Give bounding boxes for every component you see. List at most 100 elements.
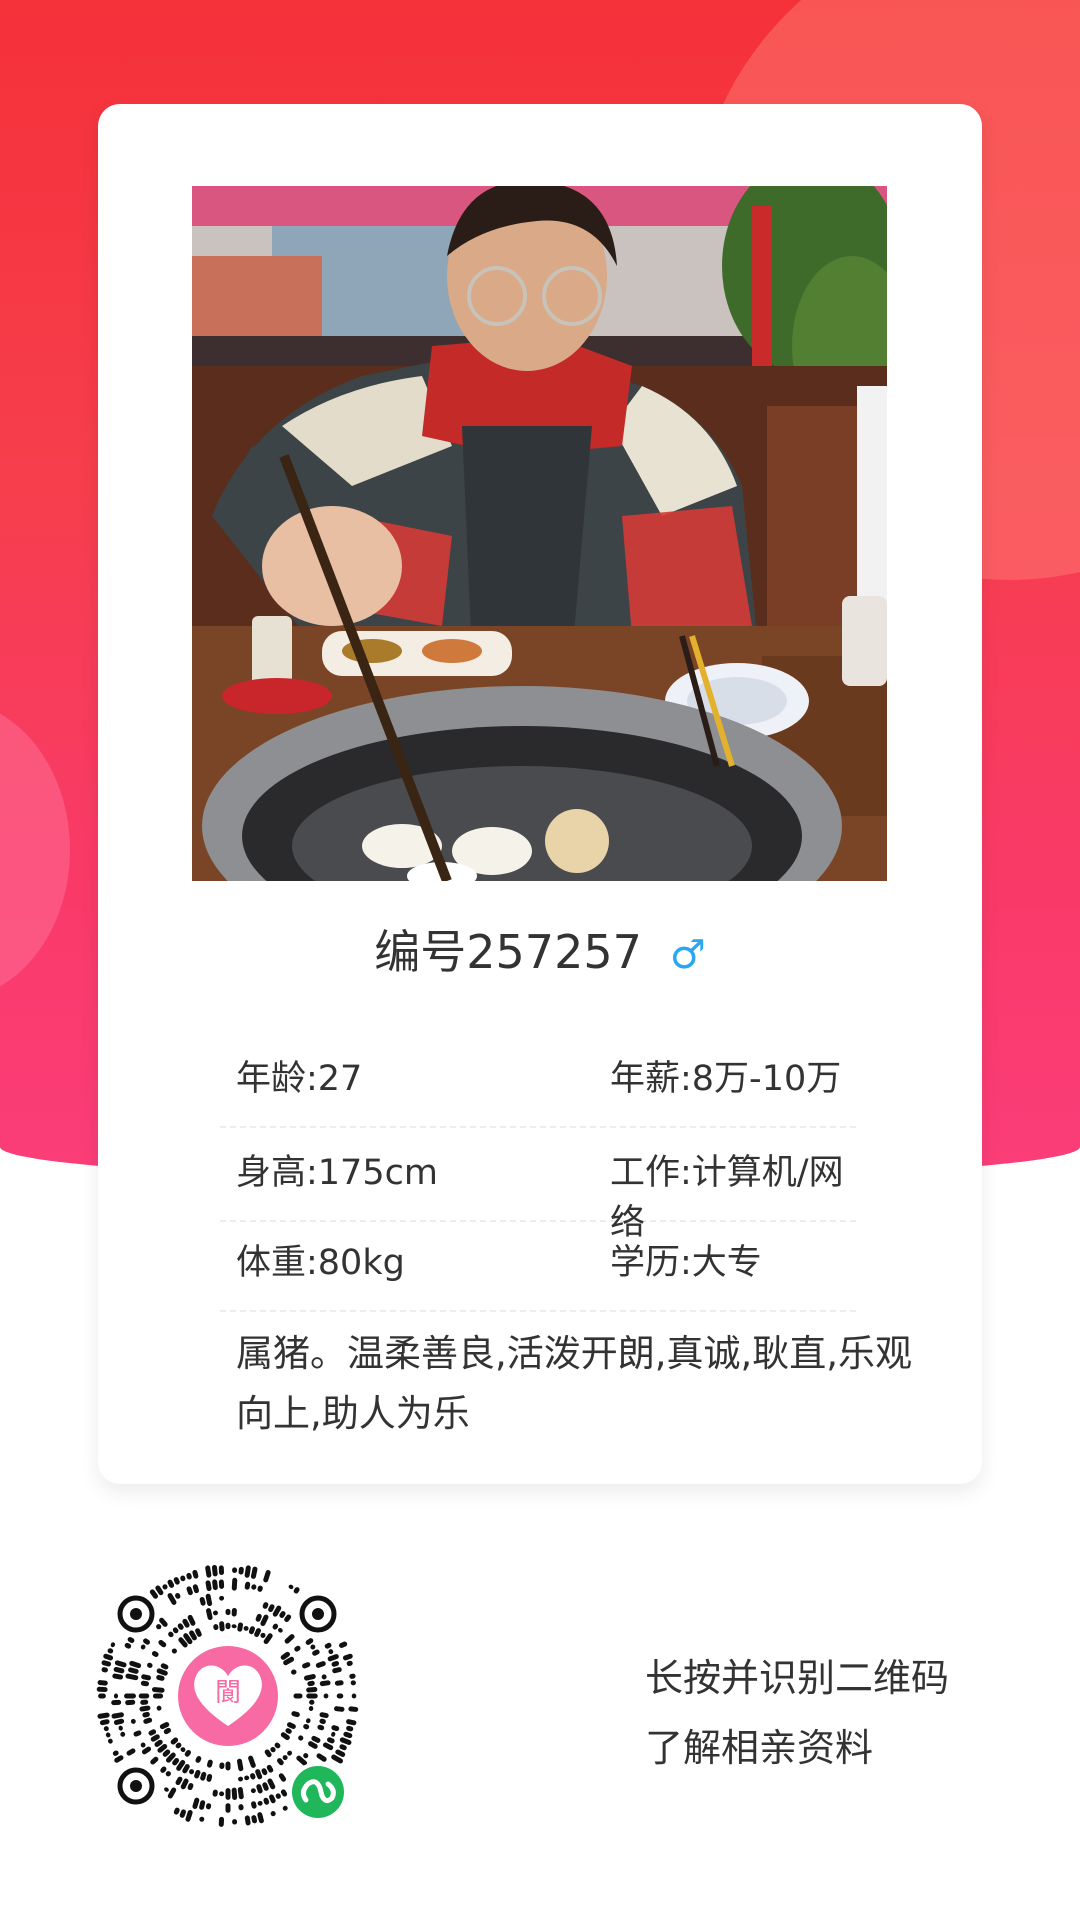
qr-dash — [270, 1811, 276, 1817]
qr-dash — [263, 1569, 271, 1583]
qr-dash — [244, 1815, 251, 1826]
qr-dash — [219, 1762, 225, 1769]
qr-dash — [278, 1628, 283, 1633]
qr-dash — [339, 1744, 347, 1751]
qr-dash — [293, 1587, 300, 1594]
qr-dash — [251, 1815, 258, 1824]
qr-dash — [342, 1653, 353, 1661]
qr-dash — [124, 1693, 136, 1699]
qr-dash — [225, 1608, 231, 1616]
qr-dash — [349, 1673, 356, 1679]
qr-dash — [251, 1584, 257, 1590]
qr-dash — [291, 1669, 297, 1675]
qr-dash — [213, 1624, 219, 1631]
qr-dash — [218, 1565, 225, 1575]
decorative-circle — [0, 700, 70, 1000]
qr-dash — [212, 1579, 218, 1591]
qr-dash — [212, 1610, 218, 1616]
qr-dash — [218, 1579, 225, 1589]
qr-dash — [231, 1787, 238, 1800]
qr-dash — [173, 1577, 180, 1585]
qr-dash — [99, 1719, 110, 1726]
qr-dash — [156, 1624, 162, 1630]
qr-dash — [323, 1693, 329, 1699]
qr-dash — [206, 1608, 213, 1621]
qr-code-image: 閬 — [96, 1565, 359, 1827]
qr-dash — [147, 1662, 153, 1668]
qr-dash — [105, 1732, 111, 1738]
qr-dash — [250, 1788, 256, 1794]
qr-dash — [324, 1642, 332, 1649]
qr-dash — [346, 1660, 353, 1667]
qr-dash — [282, 1805, 288, 1811]
height-label: 身高:175cm — [236, 1153, 438, 1193]
qr-dash — [225, 1788, 231, 1800]
qr-dash — [173, 1807, 180, 1815]
qr-dash — [351, 1693, 357, 1699]
qr-dash — [348, 1706, 359, 1712]
qr-dash — [112, 1673, 124, 1680]
qr-dash — [293, 1693, 303, 1699]
qr-dash — [206, 1773, 213, 1782]
qr-dash — [199, 1816, 205, 1822]
qr-dash — [244, 1581, 251, 1590]
qr-dash — [238, 1566, 244, 1575]
qr-dash — [97, 1680, 108, 1686]
qr-dash — [113, 1693, 119, 1699]
qr-dash — [192, 1797, 200, 1809]
qr-dash — [307, 1680, 315, 1687]
qr-dash — [308, 1706, 314, 1712]
qr-dash — [225, 1622, 231, 1630]
salary-label: 年薪:8万-10万 — [610, 1059, 842, 1099]
qr-dash — [319, 1680, 331, 1687]
qr-dash — [327, 1737, 335, 1744]
qr-dash — [151, 1651, 159, 1657]
qr-dash — [175, 1593, 181, 1599]
qr-dash — [179, 1809, 186, 1818]
qr-dash — [152, 1693, 164, 1699]
qr-dash — [331, 1725, 340, 1732]
qr-dash — [101, 1667, 108, 1673]
qr-dash — [138, 1693, 150, 1699]
qr-dash — [282, 1755, 288, 1761]
qr-dash — [171, 1648, 177, 1654]
qr-code[interactable]: 閬 — [86, 1556, 370, 1840]
qr-dash — [150, 1756, 159, 1765]
qr-dash — [225, 1803, 231, 1813]
qr-dash — [130, 1718, 136, 1724]
qr-dash — [288, 1584, 294, 1590]
qr-dash — [319, 1718, 326, 1725]
qr-dash — [124, 1642, 132, 1649]
qr-dash — [260, 1632, 266, 1638]
qr-dash — [238, 1804, 244, 1811]
mini-program-icon — [288, 1762, 348, 1822]
qr-dash — [336, 1693, 344, 1699]
qr-dash — [262, 1602, 269, 1609]
qr-dash — [140, 1699, 149, 1705]
qr-dash — [192, 1569, 199, 1579]
qr-dash — [303, 1753, 309, 1759]
qr-dash — [167, 1579, 175, 1588]
qr-dash — [164, 1787, 169, 1792]
qr-dash — [114, 1660, 127, 1668]
qr-dash — [284, 1634, 295, 1644]
qr-dash — [237, 1787, 244, 1800]
qr-dash — [238, 1776, 244, 1782]
qr-dash — [126, 1748, 136, 1756]
qr-dash — [167, 1787, 177, 1799]
profile-description: 属猪。温柔善良,活泼开朗,真诚,耿直,乐观向上,助人为乐 — [236, 1332, 913, 1435]
qr-dash — [141, 1674, 152, 1681]
qr-dash — [312, 1649, 320, 1656]
qr-dash — [156, 1705, 162, 1711]
qr-dash — [98, 1693, 106, 1699]
qr-dash — [306, 1686, 318, 1693]
qr-dash — [180, 1747, 186, 1753]
qr-dash — [250, 1773, 256, 1780]
qr-dash — [111, 1712, 124, 1719]
profile-photo[interactable] — [192, 186, 887, 881]
qr-dash — [112, 1750, 119, 1756]
qr-dash — [317, 1724, 325, 1731]
qr-dash — [218, 1816, 225, 1827]
qr-dash — [118, 1725, 123, 1731]
qr-dash — [143, 1717, 153, 1724]
